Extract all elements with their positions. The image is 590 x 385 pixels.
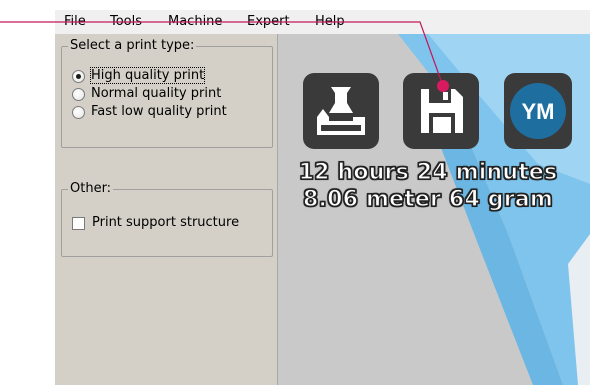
settings-panel: Select a print type: High quality print … — [55, 34, 278, 385]
app-window: File Tools Machine Expert Help Select a … — [55, 10, 590, 385]
radio-button-selected[interactable] — [72, 70, 85, 83]
radio-button[interactable] — [72, 88, 85, 101]
radio-fast-low-quality-label: Fast low quality print — [91, 104, 227, 119]
save-gcode-button[interactable] — [403, 73, 479, 149]
load-model-icon — [317, 87, 365, 135]
radio-button[interactable] — [72, 106, 85, 119]
print-time-text: 12 hours 24 minutes — [298, 159, 558, 185]
menu-tools[interactable]: Tools — [110, 14, 142, 29]
other-group: Other: Print support structure — [61, 181, 273, 257]
load-model-button[interactable] — [303, 73, 379, 149]
print-type-title: Select a print type: — [68, 38, 197, 53]
print-type-group: Select a print type: High quality print … — [61, 38, 273, 148]
menu-bar: File Tools Machine Expert Help — [55, 10, 590, 34]
3d-view[interactable]: YM 12 hours 24 minutes 8.06 meter 64 gra… — [278, 34, 590, 385]
radio-normal-quality-label: Normal quality print — [91, 86, 222, 101]
other-title: Other: — [68, 181, 114, 196]
support-structure-label: Print support structure — [92, 215, 240, 230]
youmagine-button[interactable]: YM — [504, 73, 572, 149]
support-structure-checkbox[interactable] — [72, 217, 85, 230]
menu-expert[interactable]: Expert — [247, 14, 290, 29]
floppy-disk-icon — [421, 89, 463, 133]
filament-usage-text: 8.06 meter 64 gram — [302, 186, 553, 212]
radio-high-quality-label: High quality print — [89, 67, 206, 84]
menu-machine[interactable]: Machine — [168, 14, 222, 29]
youmagine-label: YM — [522, 99, 555, 124]
youmagine-icon: YM — [510, 83, 566, 139]
menu-help[interactable]: Help — [315, 14, 345, 29]
menu-file[interactable]: File — [64, 14, 86, 29]
